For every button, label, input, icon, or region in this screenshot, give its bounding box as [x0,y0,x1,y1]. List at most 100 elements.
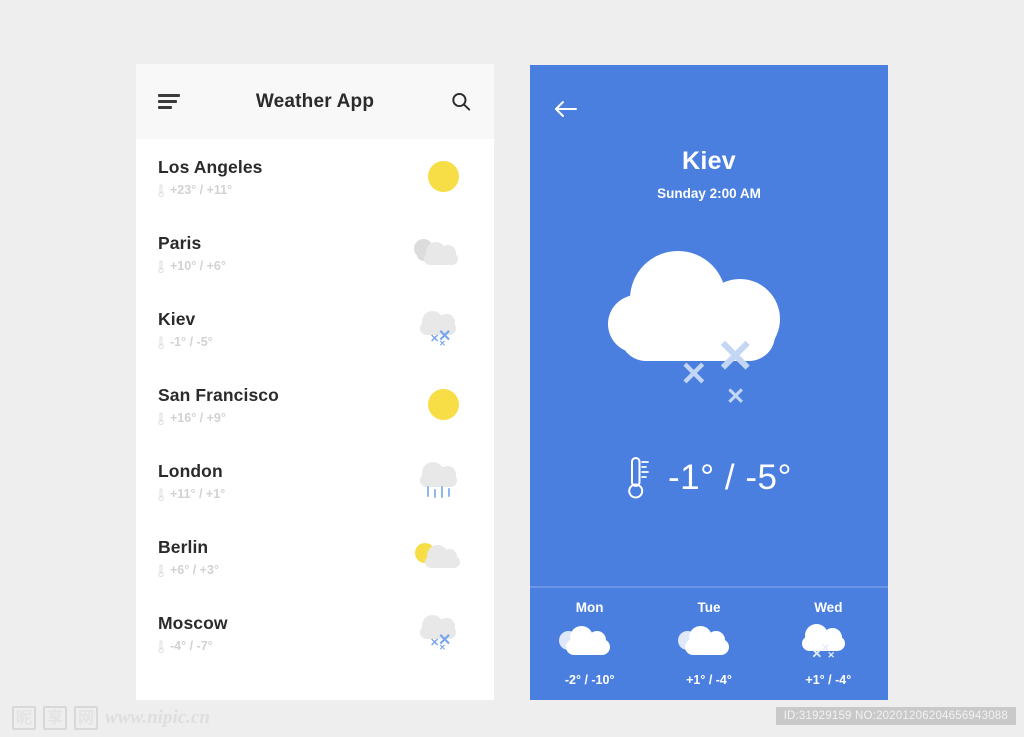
city-info: Kiev -1° / -5° [158,309,213,349]
snowflake-tiny: ✕ [827,650,835,660]
thermometer-icon [158,488,164,501]
forecast-day-label: Wed [814,600,843,615]
weather-icon-snow: ✕ ✕ ✕ [410,609,472,657]
sun-icon [428,161,459,192]
weather-icon-sunny [410,153,472,201]
snowflake-large: ✕ [716,330,755,382]
city-temperature: +23° / +11° [158,183,263,197]
forecast-day[interactable]: Mon -2° / -10° [530,600,649,687]
cloud-base [684,639,729,655]
search-icon[interactable] [450,91,472,113]
city-info: Moscow -4° / -7° [158,613,228,653]
list-item[interactable]: London +11° / +1° [136,443,494,519]
forecast-day-temps: +1° / -4° [805,673,852,687]
list-item[interactable]: Moscow -4° / -7° ✕ ✕ ✕ [136,595,494,671]
weather-detail-screen: Kiev Sunday 2:00 AM ✕ ✕ ✕ -1° / -5° Mon … [530,65,888,700]
list-item[interactable]: Kiev -1° / -5° ✕ ✕ ✕ [136,291,494,367]
city-temperature-text: -1° / -5° [170,335,213,349]
forecast-day-label: Mon [575,600,604,615]
thermometer-icon [158,336,164,349]
forecast-day-temps: -2° / -10° [564,673,615,687]
cloud-base [420,474,457,487]
weather-icon-snow-large: ✕ ✕ ✕ [608,251,818,436]
forecast-day-temps: +1° / -4° [686,673,732,687]
watermark-bar: 昵 享 网 www.nipic.cn ID:31929159 NO:202012… [0,700,1024,737]
list-header: Weather App [136,64,494,139]
city-temperature: +10° / +6° [158,259,226,273]
city-temperature-text: +6° / +3° [170,563,219,577]
city-info: Paris +10° / +6° [158,233,226,273]
city-info: London +11° / +1° [158,461,225,501]
weather-icon-snow: ✕ ✕ ✕ [410,305,472,353]
sun-icon [428,389,459,420]
hamburger-bar [158,94,180,97]
city-temperature-text: +11° / +1° [170,487,226,501]
city-temperature-text: +23° / +11° [170,183,233,197]
hamburger-bar [158,100,177,103]
rain-drop [441,486,444,498]
city-name: San Francisco [158,385,279,405]
weather-icon-rain [410,457,472,505]
snowflake-tiny: ✕ [439,339,446,348]
detail-temperature-text: -1° / -5° [668,458,792,497]
city-name: Berlin [158,537,209,557]
forecast-strip: Mon -2° / -10° Tue +1° / -4° Wed ✕ ✕ ✕ +… [530,588,888,700]
city-temperature: +11° / +1° [158,487,225,501]
forecast-day[interactable]: Tue +1° / -4° [649,600,768,687]
weather-icon-partly-cloudy [410,533,472,581]
logo-char: 网 [74,706,99,730]
city-temperature-text: +16° / +9° [170,411,226,425]
city-info: Los Angeles +23° / +11° [158,157,263,197]
weather-list-screen: Weather App Los Angeles +23° / +11° Pari… [136,64,494,700]
city-name: London [158,461,223,481]
rain-drop [448,488,451,497]
thermometer-icon [158,260,164,273]
thermometer-icon [158,640,164,653]
detail-temperature: -1° / -5° [530,455,888,501]
list-item[interactable]: San Francisco +16° / +9° [136,367,494,443]
list-item[interactable]: Los Angeles +23° / +11° [136,139,494,215]
thermometer-icon [158,412,164,425]
page-title: Weather App [255,90,375,112]
thermometer-icon [158,564,164,577]
city-temperature: +6° / +3° [158,563,219,577]
site-logo: 昵 享 网 www.nipic.cn [12,706,210,730]
cloud-base [425,556,460,568]
rain-drop [427,486,430,497]
arrow-left-icon[interactable] [552,98,578,120]
rain-drop [434,489,437,498]
city-name: Paris [158,233,202,253]
list-item[interactable]: Berlin +6° / +3° [136,519,494,595]
logo-char: 享 [43,706,68,730]
city-info: Berlin +6° / +3° [158,537,219,577]
forecast-day-label: Tue [697,600,721,615]
hamburger-icon[interactable] [158,94,180,109]
thermometer-icon [628,457,649,499]
weather-icon-cloudy [557,619,623,667]
city-list: Los Angeles +23° / +11° Paris +10° / +6°… [136,139,494,671]
city-temperature: +16° / +9° [158,411,279,425]
city-temperature: -1° / -5° [158,335,213,349]
city-temperature-text: +10° / +6° [170,259,226,273]
weather-icon-sunny [410,381,472,429]
snowflake-medium: ✕ [680,355,708,392]
forecast-day[interactable]: Wed ✕ ✕ ✕ +1° / -4° [769,600,888,687]
weather-icon-snow: ✕ ✕ ✕ [795,619,861,667]
weather-icon-cloudy [410,229,472,277]
city-temperature: -4° / -7° [158,639,228,653]
city-info: San Francisco +16° / +9° [158,385,279,425]
list-item[interactable]: Paris +10° / +6° [136,215,494,291]
detail-datetime: Sunday 2:00 AM [657,186,761,201]
snowflake-small: ✕ [726,383,746,409]
snowflake-tiny: ✕ [439,643,446,652]
city-temperature-text: -4° / -7° [170,639,213,653]
city-name: Kiev [158,309,196,329]
weather-icon-cloudy [676,619,742,667]
hamburger-bar [158,106,172,109]
screenshot-stage: Weather App Los Angeles +23° / +11° Pari… [0,0,1024,737]
city-name: Moscow [158,613,228,633]
detail-city-name: Kiev [681,147,736,175]
image-id-label: ID:31929159 NO:20201206204656943088 [775,707,1016,725]
thermometer-icon [158,184,164,197]
logo-char: 昵 [12,706,37,730]
